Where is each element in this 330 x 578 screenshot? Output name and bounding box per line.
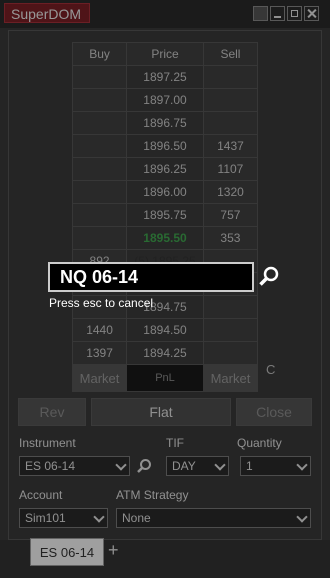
chevron-down-icon — [296, 511, 308, 523]
maximize-button[interactable] — [287, 6, 302, 21]
buy-cell[interactable] — [71, 226, 128, 250]
tif-select[interactable]: DAY — [166, 456, 229, 476]
buy-cell[interactable] — [71, 180, 128, 204]
atm-strategy-value: None — [122, 511, 151, 525]
sell-cell[interactable]: 353 — [202, 226, 259, 250]
buy-cell[interactable] — [71, 65, 128, 89]
chevron-down-icon — [115, 459, 127, 471]
close-window-button[interactable] — [304, 6, 319, 21]
sell-cell[interactable] — [202, 88, 259, 112]
sell-cell[interactable] — [202, 295, 259, 319]
instrument-value: ES 06-14 — [25, 459, 76, 473]
buy-cell[interactable]: 1397 — [71, 341, 128, 365]
ladder-header: Buy Price Sell — [71, 42, 259, 66]
last-price-cell: 1895.50 — [126, 226, 204, 250]
instrument-search-input[interactable]: NQ 06-14 — [48, 262, 254, 292]
account-value: Sim101 — [25, 511, 66, 525]
price-cell: 1896.25 — [126, 157, 204, 181]
price-cell: 1897.00 — [126, 88, 204, 112]
ladder-row: 1896.75 — [71, 111, 259, 135]
buy-header: Buy — [71, 42, 128, 66]
ladder-row: 1897.25 — [71, 65, 259, 89]
buy-cell[interactable] — [71, 134, 128, 158]
chevron-down-icon — [214, 459, 226, 471]
quantity-label: Quantity — [237, 436, 282, 450]
price-cell: 1897.25 — [126, 65, 204, 89]
c-button[interactable]: C — [266, 362, 275, 377]
ladder-row: 1895.50 353 — [71, 226, 259, 250]
quantity-value: 1 — [246, 459, 253, 473]
sell-cell[interactable]: 1107 — [202, 157, 259, 181]
close-position-button[interactable]: Close — [236, 398, 312, 426]
price-cell: 1896.50 — [126, 134, 204, 158]
buy-cell[interactable] — [71, 203, 128, 227]
chevron-down-icon — [93, 511, 105, 523]
add-tab-button[interactable]: + — [108, 540, 119, 561]
account-label: Account — [19, 488, 63, 502]
cancel-hint: Press esc to cancel — [49, 296, 154, 310]
sell-cell[interactable] — [202, 111, 259, 135]
ladder-row: 1896.50 1437 — [71, 134, 259, 158]
sell-cell[interactable] — [202, 341, 259, 365]
sell-cell[interactable]: 1437 — [202, 134, 259, 158]
search-icon[interactable] — [258, 265, 280, 287]
atm-strategy-label: ATM Strategy — [116, 488, 189, 502]
ladder-row: 1897.00 — [71, 88, 259, 112]
ladder-row: 1895.75 757 — [71, 203, 259, 227]
price-cell: 1894.25 — [126, 341, 204, 365]
ladder-row: 1896.25 1107 — [71, 157, 259, 181]
price-header: Price — [126, 42, 204, 66]
window-title: SuperDOM — [4, 3, 90, 23]
price-ladder: Buy Price Sell 1897.25 1897.00 1896.75 1… — [71, 42, 259, 392]
sell-cell[interactable] — [202, 65, 259, 89]
market-sell-button[interactable]: Market — [202, 364, 259, 392]
sell-header: Sell — [202, 42, 259, 66]
market-buy-button[interactable]: Market — [71, 364, 128, 392]
flatten-button[interactable]: Flat — [91, 398, 231, 426]
minimize-button[interactable] — [270, 6, 285, 21]
quantity-field[interactable]: 1 — [240, 456, 311, 476]
sell-cell[interactable]: 757 — [202, 203, 259, 227]
buy-cell[interactable] — [71, 111, 128, 135]
ladder-button-row: Market PnL Market — [71, 364, 259, 392]
reverse-button[interactable]: Rev — [18, 398, 86, 426]
buy-cell[interactable]: 1440 — [71, 318, 128, 342]
tif-value: DAY — [172, 459, 196, 473]
title-bar: SuperDOM — [0, 0, 330, 28]
price-cell: 1895.75 — [126, 203, 204, 227]
account-select[interactable]: Sim101 — [19, 508, 108, 528]
sell-cell[interactable] — [202, 318, 259, 342]
buy-cell[interactable] — [71, 157, 128, 181]
price-cell: 1896.75 — [126, 111, 204, 135]
chevron-down-icon — [296, 459, 308, 471]
price-cell: 1894.50 — [126, 318, 204, 342]
tab-es-06-14[interactable]: ES 06-14 — [30, 538, 104, 566]
atm-strategy-select[interactable]: None — [116, 508, 311, 528]
tif-label: TIF — [166, 436, 184, 450]
price-cell: 1896.00 — [126, 180, 204, 204]
search-icon[interactable] — [136, 458, 152, 474]
ladder-row: 1440 1894.50 — [71, 318, 259, 342]
pnl-display[interactable]: PnL — [126, 364, 204, 392]
window-option-button[interactable] — [253, 6, 268, 21]
ladder-row: 1397 1894.25 — [71, 341, 259, 365]
ladder-row: 1896.00 1320 — [71, 180, 259, 204]
instrument-label: Instrument — [19, 436, 76, 450]
buy-cell[interactable] — [71, 88, 128, 112]
instrument-select[interactable]: ES 06-14 — [19, 456, 130, 476]
sell-cell[interactable]: 1320 — [202, 180, 259, 204]
